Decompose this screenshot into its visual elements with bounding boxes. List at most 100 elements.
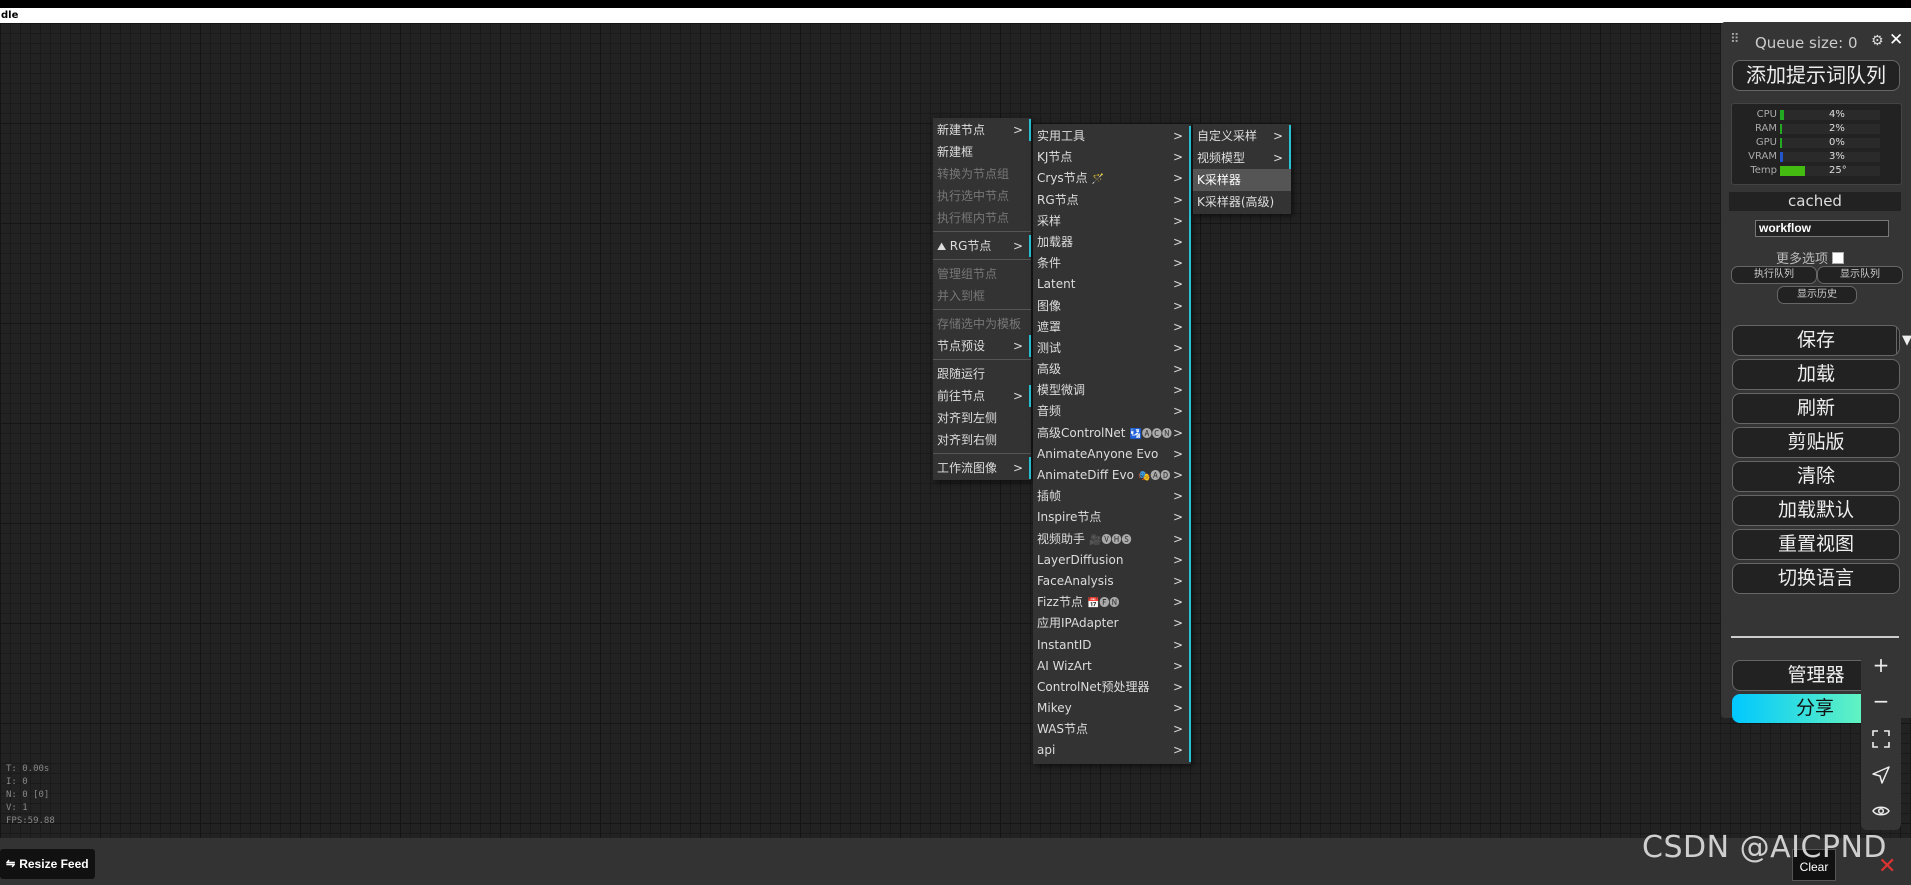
node-category-item[interactable]: 插帧 <box>1033 486 1191 508</box>
sampling-item-label: 视频模型 <box>1197 151 1246 165</box>
stat-fps: FPS:59.88 <box>6 816 55 826</box>
clipspace-button[interactable]: 剪贴版 <box>1732 427 1900 458</box>
node-category-item[interactable]: 遮罩 <box>1033 316 1191 338</box>
node-category-item-label: AI WizArt <box>1037 658 1092 673</box>
fit-view-icon[interactable] <box>1861 720 1901 754</box>
node-category-item[interactable]: RG节点 <box>1033 189 1191 211</box>
locate-icon[interactable] <box>1861 756 1901 790</box>
node-category-item[interactable]: InstantID <box>1033 634 1191 656</box>
node-category-item[interactable]: Crys节点 🪄 <box>1033 168 1191 190</box>
context-menu-item[interactable]: 节点预设 <box>933 335 1031 357</box>
context-menu-item-label: 对齐到右侧 <box>937 433 998 447</box>
node-category-item[interactable]: 采样 <box>1033 210 1191 232</box>
context-menu-item[interactable]: 新建节点 <box>933 119 1031 141</box>
context-menu-item[interactable]: 对齐到左侧 <box>933 407 1031 429</box>
node-category-item[interactable]: 高级ControlNet 🛂🅐🅒🅝 <box>1033 422 1191 444</box>
switch-language-button[interactable]: 切换语言 <box>1732 563 1900 594</box>
bottom-bar <box>0 838 1911 885</box>
node-category-item[interactable]: 条件 <box>1033 253 1191 275</box>
refresh-button[interactable]: 刷新 <box>1732 393 1900 424</box>
node-category-item[interactable]: ControlNet预处理器 <box>1033 676 1191 699</box>
context-menu-item-label: 转换为节点组 <box>937 167 1010 181</box>
node-category-item[interactable]: LayerDiffusion <box>1033 549 1191 571</box>
monitor-bar-fill <box>1780 110 1784 120</box>
node-category-item[interactable]: FaceAnalysis <box>1033 570 1191 593</box>
node-category-item[interactable]: api <box>1033 740 1191 762</box>
gear-icon[interactable]: ⚙ <box>1871 33 1884 49</box>
context-menu-item[interactable]: 新建框 <box>933 141 1031 163</box>
category-badge: 📅🅕🅝 <box>1086 598 1120 610</box>
context-menu-item[interactable]: ⛰ RG节点 <box>933 235 1031 257</box>
sampling-item[interactable]: 自定义采样 <box>1193 125 1291 147</box>
context-menu-item[interactable]: 前往节点 <box>933 385 1031 407</box>
save-label: 保存 <box>1796 329 1835 351</box>
reset-view-button[interactable]: 重置视图 <box>1732 529 1900 560</box>
clear-button[interactable]: 清除 <box>1732 461 1900 492</box>
show-history-button[interactable]: 显示历史 <box>1777 286 1857 304</box>
node-category-item[interactable]: 高级 <box>1033 359 1191 381</box>
node-category-item[interactable]: 音频 <box>1033 401 1191 423</box>
show-queue-button[interactable]: 显示队列 <box>1817 266 1903 284</box>
load-button[interactable]: 加载 <box>1732 359 1900 390</box>
node-category-item[interactable]: 测试 <box>1033 337 1191 360</box>
node-category-item[interactable]: 视频助手 🎥🅥🅗🅢 <box>1033 528 1191 550</box>
node-category-item[interactable]: Mikey <box>1033 698 1191 720</box>
eye-icon[interactable] <box>1861 792 1901 826</box>
context-menu-item-label: 前往节点 <box>937 389 986 403</box>
sampling-item-label: 自定义采样 <box>1197 129 1258 143</box>
node-category-item[interactable]: 加载器 <box>1033 231 1191 254</box>
node-category-item[interactable]: 图像 <box>1033 295 1191 317</box>
close-icon[interactable]: ✕ <box>1889 30 1903 50</box>
sampling-item[interactable]: 视频模型 <box>1193 147 1291 169</box>
node-category-menu: 实用工具 KJ节点 Crys节点🪄 RG节点采样加载器条件 Latent 图像遮罩测试高级… <box>1033 124 1191 764</box>
monitor-value: 0% <box>1829 137 1845 148</box>
node-category-item[interactable]: AnimateAnyone Evo <box>1033 443 1191 465</box>
node-category-item-label: InstantID <box>1037 637 1092 652</box>
more-options-checkbox[interactable] <box>1832 252 1845 264</box>
sampling-submenu: 自定义采样视频模型 K采样器 K采样器(高级) <box>1193 124 1291 214</box>
node-category-item[interactable]: Fizz节点 📅🅕🅝 <box>1033 592 1191 614</box>
node-category-item[interactable]: 模型微调 <box>1033 380 1191 402</box>
minus-icon[interactable]: − <box>1861 684 1901 718</box>
sampling-item-label: K采样器 <box>1197 173 1241 187</box>
category-badge: 🎭🅐🅓 <box>1137 471 1171 482</box>
resize-feed-button[interactable]: ⇋ Resize Feed <box>0 849 95 879</box>
drag-handle-icon[interactable]: ⠿ <box>1730 32 1740 47</box>
save-button[interactable]: 保存 ▼ <box>1732 325 1911 356</box>
category-badge: 🎥🅥🅗🅢 <box>1089 534 1132 546</box>
category-badge: 🪄 <box>1091 174 1105 186</box>
node-category-item[interactable]: 应用IPAdapter <box>1033 613 1191 635</box>
node-category-item[interactable]: KJ节点 <box>1033 147 1191 169</box>
node-category-item-label: 条件 <box>1037 256 1062 271</box>
chevron-down-icon[interactable]: ▼ <box>1896 327 1911 354</box>
sampling-item[interactable]: K采样器 <box>1193 169 1291 191</box>
node-category-item[interactable]: AnimateDiff Evo 🎭🅐🅓 <box>1033 465 1191 487</box>
context-menu-item[interactable]: 工作流图像 <box>933 457 1031 479</box>
context-menu-item-label: 跟随运行 <box>937 367 986 381</box>
watermark: CSDN @AICPND <box>1642 830 1888 865</box>
plus-icon[interactable]: + <box>1861 648 1901 682</box>
node-category-item[interactable]: Inspire节点 <box>1033 507 1191 529</box>
node-category-item[interactable]: Latent <box>1033 274 1191 296</box>
node-category-item[interactable]: AI WizArt <box>1033 655 1191 677</box>
node-category-item-label: ControlNet预处理器 <box>1037 679 1150 694</box>
more-options-toggle[interactable]: 更多选项 <box>1776 248 1845 267</box>
context-menu-item[interactable]: 跟随运行 <box>933 363 1031 385</box>
workflow-name-input[interactable] <box>1755 220 1889 237</box>
node-category-item-label: Mikey <box>1037 701 1072 716</box>
sampling-item[interactable]: K采样器(高级) <box>1193 191 1291 213</box>
context-menu-item-label: 工作流图像 <box>937 461 998 475</box>
execute-queue-button[interactable]: 执行队列 <box>1731 266 1817 284</box>
load-default-button[interactable]: 加载默认 <box>1732 495 1900 526</box>
monitor-bar-fill <box>1780 124 1782 134</box>
monitor-label: RAM <box>1754 123 1777 134</box>
stat-iterations: I: 0 <box>6 777 28 787</box>
monitor-value: 25° <box>1829 165 1847 176</box>
menu-separator <box>933 259 1031 260</box>
node-category-item[interactable]: 实用工具 <box>1033 126 1191 148</box>
context-menu-item[interactable]: 对齐到右侧 <box>933 429 1031 451</box>
node-category-item-label: RG节点 <box>1037 192 1079 207</box>
panel-divider <box>1731 636 1899 638</box>
node-category-item[interactable]: WAS节点 <box>1033 719 1191 741</box>
queue-prompt-button[interactable]: 添加提示词队列 <box>1732 60 1900 91</box>
